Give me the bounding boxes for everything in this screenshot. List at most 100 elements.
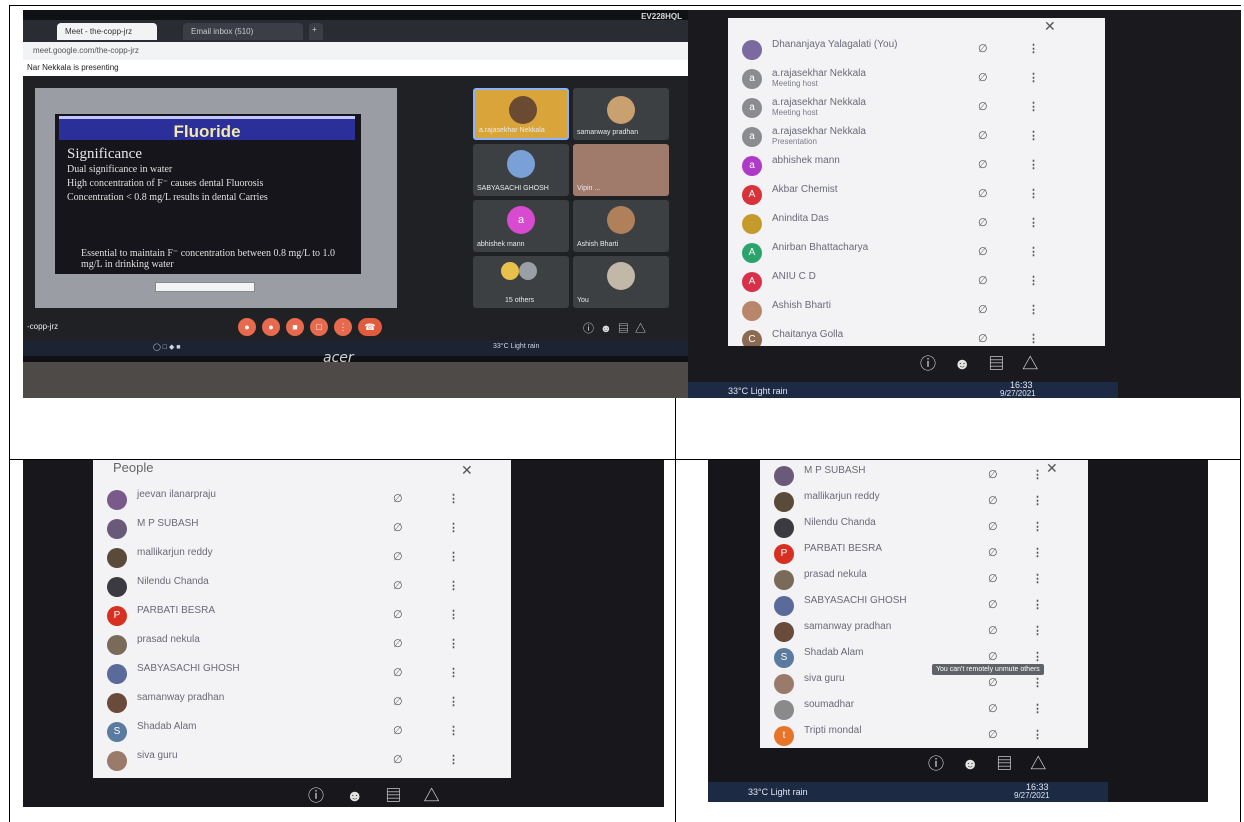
more-options-icon[interactable]: ⋮ <box>448 753 459 766</box>
participant-row[interactable]: P PARBATI BESRA ∅ ⋮ <box>760 540 1088 566</box>
activities-icon[interactable]: △ <box>1030 756 1046 773</box>
more-options-icon[interactable]: ⋮ <box>1028 245 1039 258</box>
close-icon[interactable]: ✕ <box>461 462 473 479</box>
more-options-icon[interactable]: ⋮ <box>1028 42 1039 55</box>
more-options-icon[interactable]: ⋮ <box>1032 572 1043 585</box>
participant-tile[interactable]: Ashish Bharti <box>573 200 669 252</box>
chat-icon[interactable]: ▤ <box>988 356 1004 373</box>
more-options-icon[interactable]: ⋮ <box>448 492 459 505</box>
participant-row[interactable]: S Shadab Alam ∅ ⋮ <box>93 718 511 744</box>
chat-icon[interactable]: ▤ <box>996 756 1012 773</box>
more-options-icon[interactable]: ⋮ <box>448 550 459 563</box>
more-options-icon[interactable]: ⋮ <box>1032 728 1043 741</box>
participant-row[interactable]: a a.rajasekhar Nekkala Meeting host ∅ ⋮ <box>728 65 1105 91</box>
participant-row[interactable]: a abhishek mann ∅ ⋮ <box>728 152 1105 178</box>
chat-icon[interactable]: ▤ <box>618 323 629 335</box>
more-options-icon[interactable]: ⋮ <box>1032 520 1043 533</box>
chat-icon[interactable]: ▤ <box>385 788 401 805</box>
camera-button[interactable]: ● <box>262 318 280 336</box>
participant-tile-others[interactable]: 15 others <box>473 256 569 308</box>
participant-tile[interactable]: SABYASACHI GHOSH <box>473 144 569 196</box>
more-options-icon[interactable]: ⋮ <box>1028 216 1039 229</box>
participant-tile[interactable]: samanway pradhan <box>573 88 669 140</box>
more-options-icon[interactable]: ⋮ <box>1032 494 1043 507</box>
people-icon[interactable]: ☻ <box>600 323 612 335</box>
more-options-icon[interactable]: ⋮ <box>1032 650 1043 663</box>
participant-row[interactable]: mallikarjun reddy ∅ ⋮ <box>760 488 1088 514</box>
participant-row[interactable]: t Tripti mondal ∅ ⋮ <box>760 722 1088 748</box>
more-options-icon[interactable]: ⋮ <box>1032 598 1043 611</box>
more-options-icon[interactable]: ⋮ <box>1032 546 1043 559</box>
mic-button[interactable]: ● <box>238 318 256 336</box>
participant-row[interactable]: mallikarjun reddy ∅ ⋮ <box>93 544 511 570</box>
new-tab-button[interactable]: + <box>309 23 323 40</box>
more-options-icon[interactable]: ⋮ <box>1028 187 1039 200</box>
participant-row[interactable]: SABYASACHI GHOSH ∅ ⋮ <box>93 660 511 686</box>
participant-row[interactable]: P PARBATI BESRA ∅ ⋮ <box>93 602 511 628</box>
participant-row[interactable]: prasad nekula ∅ ⋮ <box>93 631 511 657</box>
participant-row[interactable]: M P SUBASH ∅ ⋮ <box>760 462 1088 488</box>
participant-row[interactable]: jeevan ilanarpraju ∅ ⋮ <box>93 486 511 512</box>
people-icon[interactable]: ☻ <box>962 756 979 773</box>
people-icon[interactable]: ☻ <box>954 356 971 373</box>
more-options-icon[interactable]: ⋮ <box>448 521 459 534</box>
slide-control-strip[interactable] <box>155 282 255 292</box>
participant-row[interactable]: siva guru ∅ ⋮ <box>93 747 511 773</box>
participant-row[interactable]: M P SUBASH ∅ ⋮ <box>93 515 511 541</box>
participant-row[interactable]: samanway pradhan ∅ ⋮ <box>93 689 511 715</box>
participant-row[interactable]: SABYASACHI GHOSH ∅ ⋮ <box>760 592 1088 618</box>
more-options-icon[interactable]: ⋮ <box>1028 71 1039 84</box>
participant-row[interactable]: prasad nekula ∅ ⋮ <box>760 566 1088 592</box>
participant-row[interactable]: Ashish Bharti ∅ ⋮ <box>728 297 1105 323</box>
browser-tab-meet[interactable]: Meet - the-copp-jrz <box>57 23 157 40</box>
participant-row[interactable]: A Akbar Chemist ∅ ⋮ <box>728 181 1105 207</box>
participant-row[interactable]: Nilendu Chanda ∅ ⋮ <box>760 514 1088 540</box>
participant-row[interactable]: A ANIU C D ∅ ⋮ <box>728 268 1105 294</box>
more-options-icon[interactable]: ⋮ <box>448 666 459 679</box>
info-icon[interactable]: ⓘ <box>583 323 594 335</box>
more-options-icon[interactable]: ⋮ <box>1028 100 1039 113</box>
more-options-button[interactable]: ⋮ <box>334 318 352 336</box>
leave-call-button[interactable]: ☎ <box>358 318 382 336</box>
more-options-icon[interactable]: ⋮ <box>448 724 459 737</box>
activities-icon[interactable]: △ <box>1022 356 1038 373</box>
more-options-icon[interactable]: ⋮ <box>1032 702 1043 715</box>
participant-row[interactable]: A Anirban Bhattacharya ∅ ⋮ <box>728 239 1105 265</box>
more-options-icon[interactable]: ⋮ <box>448 637 459 650</box>
captions-button[interactable]: ■ <box>286 318 304 336</box>
participant-row[interactable]: soumadhar ∅ ⋮ <box>760 696 1088 722</box>
info-icon[interactable]: ⓘ <box>928 756 944 773</box>
more-options-icon[interactable]: ⋮ <box>1028 332 1039 345</box>
participant-tile-self[interactable]: You <box>573 256 669 308</box>
close-icon[interactable]: ✕ <box>1044 18 1056 35</box>
more-options-icon[interactable]: ⋮ <box>448 579 459 592</box>
participant-row[interactable]: Dhananjaya Yalagalati (You) ∅ ⋮ <box>728 36 1105 62</box>
participant-tile[interactable]: a abhishek mann <box>473 200 569 252</box>
participant-row[interactable]: C Chaitanya Golla ∅ ⋮ <box>728 326 1105 346</box>
more-options-icon[interactable]: ⋮ <box>1028 158 1039 171</box>
participant-row[interactable]: a a.rajasekhar Nekkala Presentation ∅ ⋮ <box>728 123 1105 149</box>
participant-row[interactable]: Nilendu Chanda ∅ ⋮ <box>93 573 511 599</box>
activities-icon[interactable]: △ <box>635 323 646 335</box>
more-options-icon[interactable]: ⋮ <box>1028 303 1039 316</box>
people-icon[interactable]: ☻ <box>346 788 363 805</box>
more-options-icon[interactable]: ⋮ <box>448 608 459 621</box>
address-bar[interactable]: meet.google.com/the-copp-jrz <box>23 42 688 60</box>
info-icon[interactable]: ⓘ <box>308 788 324 805</box>
participant-row[interactable]: a a.rajasekhar Nekkala Meeting host ∅ ⋮ <box>728 94 1105 120</box>
more-options-icon[interactable]: ⋮ <box>1032 468 1043 481</box>
info-icon[interactable]: ⓘ <box>920 356 936 373</box>
browser-tab-email[interactable]: Email inbox (510) <box>183 23 303 40</box>
participant-row[interactable]: Anindita Das ∅ ⋮ <box>728 210 1105 236</box>
more-options-icon[interactable]: ⋮ <box>1028 129 1039 142</box>
participant-tile[interactable]: a.rajasekhar Nekkala <box>473 88 569 140</box>
start-button[interactable]: ◯ □ ◆ ■ <box>153 343 181 351</box>
more-options-icon[interactable]: ⋮ <box>1032 676 1043 689</box>
participant-tile[interactable]: Vipin ... <box>573 144 669 196</box>
participant-row[interactable]: samanway pradhan ∅ ⋮ <box>760 618 1088 644</box>
more-options-icon[interactable]: ⋮ <box>1028 274 1039 287</box>
more-options-icon[interactable]: ⋮ <box>1032 624 1043 637</box>
activities-icon[interactable]: △ <box>424 788 440 805</box>
more-options-icon[interactable]: ⋮ <box>448 695 459 708</box>
present-button[interactable]: □ <box>310 318 328 336</box>
